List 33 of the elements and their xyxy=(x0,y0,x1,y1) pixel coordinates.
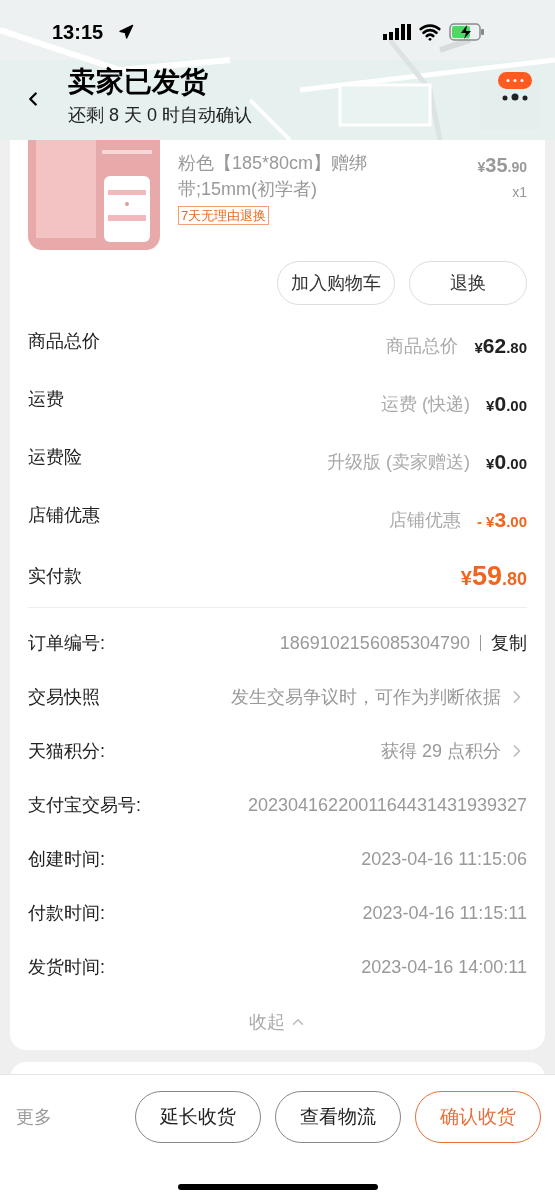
product-price: ¥35.90 xyxy=(477,153,527,178)
info-label: 天猫积分: xyxy=(28,739,105,763)
info-value: 2023-04-16 11:15:06 xyxy=(361,847,527,871)
info-label: 发货时间: xyxy=(28,955,105,979)
info-value: 1869102156085304790 xyxy=(279,631,470,655)
info-value: 获得 29 点积分 xyxy=(380,739,501,763)
fee-label: 店铺优惠 xyxy=(28,504,100,527)
fee-label: 运费险 xyxy=(28,446,82,469)
product-quantity: x1 xyxy=(512,183,527,202)
amount: ¥59.80 xyxy=(460,559,527,593)
fee-label: 运费 xyxy=(28,388,64,411)
product-spec: 粉色【185*80cm】赠绑带;15mm(初学者) xyxy=(178,152,369,201)
info-label: 订单编号: xyxy=(28,631,105,655)
total-label: 实付款 xyxy=(28,565,82,588)
info-label: 付款时间: xyxy=(28,901,105,925)
amount: ¥0.00 xyxy=(486,448,527,475)
info-label: 支付宝交易号: xyxy=(28,793,141,817)
amount: - ¥3.00 xyxy=(477,506,527,533)
fee-note: 商品总价 xyxy=(386,334,459,358)
info-value: 2023-04-16 11:15:11 xyxy=(362,901,527,925)
info-value: 2023041622001164431431939327 xyxy=(248,793,527,817)
return-policy-tag: 7天无理由退换 xyxy=(178,206,270,225)
fee-note: 店铺优惠 xyxy=(389,508,462,532)
info-label: 创建时间: xyxy=(28,847,105,871)
info-value: 2023-04-16 14:00:11 xyxy=(361,955,527,979)
copy-button[interactable]: 复制 xyxy=(491,629,527,657)
fee-label: 商品总价 xyxy=(28,330,100,353)
fee-note: 升级版 (卖家赠送) xyxy=(327,450,471,474)
info-value: 发生交易争议时，可作为判断依据 xyxy=(231,685,501,709)
fee-note: 运费 (快递) xyxy=(381,392,471,416)
amount: ¥0.00 xyxy=(486,390,527,417)
amount: ¥62.80 xyxy=(474,332,527,359)
info-label: 交易快照 xyxy=(28,685,100,709)
